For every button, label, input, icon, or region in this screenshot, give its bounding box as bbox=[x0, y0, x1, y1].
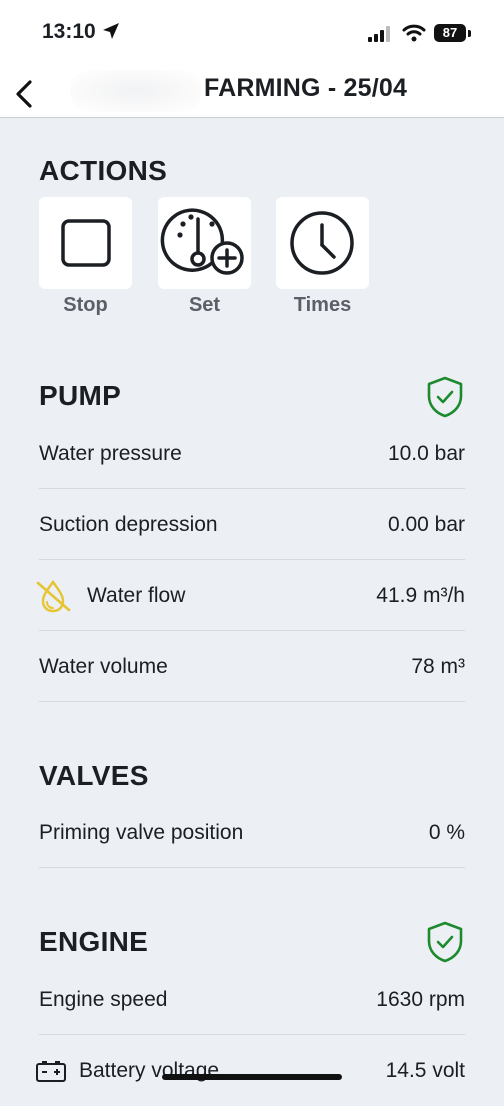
engine-speed-row: Engine speed 1630 rpm bbox=[39, 964, 465, 1035]
battery-indicator: 87 bbox=[434, 24, 466, 42]
stop-square-icon bbox=[61, 219, 111, 267]
nav-bar: FARMING - 25/04 bbox=[0, 66, 504, 118]
engine-speed-label: Engine speed bbox=[39, 988, 168, 1011]
priming-valve-row: Priming valve position 0 % bbox=[39, 797, 465, 868]
battery-cap bbox=[468, 30, 471, 37]
status-bar: 13:10 87 bbox=[0, 0, 504, 66]
set-label: Set bbox=[188, 294, 221, 316]
water-drop-off-icon bbox=[36, 579, 71, 613]
water-volume-value: 78 m³ bbox=[411, 655, 465, 678]
battery-voltage-row: Battery voltage 14.5 volt bbox=[36, 1035, 465, 1106]
suction-depression-row: Suction depression 0.00 bar bbox=[39, 489, 465, 560]
water-flow-row: Water flow 41.9 m³/h bbox=[36, 560, 465, 631]
clock-icon bbox=[290, 211, 354, 275]
engine-section-title: ENGINE bbox=[39, 926, 149, 957]
pump-section-title: PUMP bbox=[39, 380, 122, 411]
battery-icon bbox=[36, 1061, 66, 1082]
status-time: 13:10 bbox=[42, 20, 96, 43]
suction-depression-value: 0.00 bar bbox=[387, 513, 465, 536]
set-button[interactable] bbox=[158, 197, 251, 289]
water-pressure-label: Water pressure bbox=[39, 442, 182, 465]
shield-check-icon bbox=[427, 376, 463, 418]
home-indicator[interactable] bbox=[162, 1074, 342, 1080]
times-label: Times bbox=[293, 294, 352, 316]
stop-label: Stop bbox=[63, 294, 108, 316]
stop-button[interactable] bbox=[39, 197, 132, 289]
battery-voltage-label: Battery voltage bbox=[79, 1059, 220, 1082]
cellular-signal-icon bbox=[368, 26, 390, 42]
water-flow-label: Water flow bbox=[87, 584, 186, 607]
water-pressure-value: 10.0 bar bbox=[387, 442, 465, 465]
engine-speed-value: 1630 rpm bbox=[376, 988, 465, 1011]
times-button[interactable] bbox=[276, 197, 369, 289]
water-pressure-row: Water pressure 10.0 bar bbox=[39, 418, 465, 489]
page-title: FARMING - 25/04 bbox=[204, 74, 408, 102]
priming-valve-label: Priming valve position bbox=[39, 821, 244, 844]
gauge-plus-icon bbox=[160, 208, 244, 275]
wifi-icon bbox=[402, 24, 426, 42]
suction-depression-label: Suction depression bbox=[39, 513, 218, 536]
water-volume-label: Water volume bbox=[39, 655, 168, 678]
actions-section-title: ACTIONS bbox=[39, 155, 168, 186]
battery-voltage-value: 14.5 volt bbox=[385, 1059, 465, 1082]
shield-check-icon bbox=[427, 921, 463, 963]
chevron-left-icon[interactable] bbox=[12, 74, 36, 110]
water-volume-row: Water volume 78 m³ bbox=[39, 631, 465, 702]
valves-section-title: VALVES bbox=[39, 760, 149, 791]
water-flow-value: 41.9 m³/h bbox=[376, 584, 465, 607]
redacted-title-area bbox=[70, 70, 202, 112]
location-arrow-icon bbox=[103, 23, 119, 39]
priming-valve-value: 0 % bbox=[428, 821, 465, 844]
